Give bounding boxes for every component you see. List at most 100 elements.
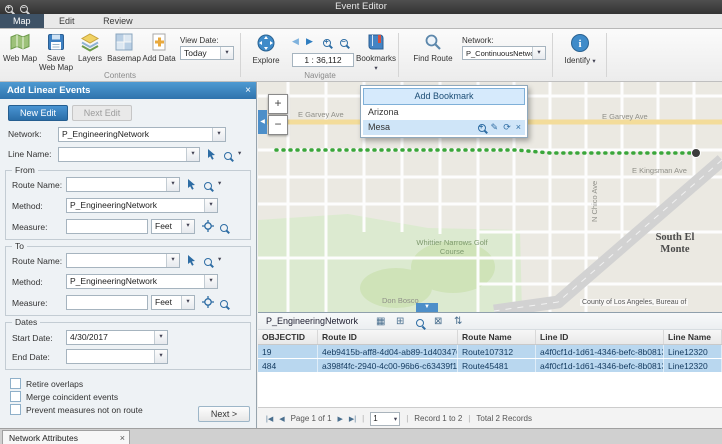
page-size-select[interactable]: 1 ▾ [370,412,400,426]
tab-edit[interactable]: Edit [46,14,88,28]
search-measure-icon[interactable] [220,298,228,308]
switch-table-icon[interactable]: ▦ [376,315,385,328]
new-edit-button[interactable]: New Edit [8,105,68,121]
map-zoom-out-button[interactable]: − [268,115,288,135]
open-table-icon[interactable]: ⊞ [396,315,404,328]
bookmark-edit-icon[interactable]: ✎ [491,120,499,135]
group-label-contents: Contents [60,71,180,80]
column-header[interactable]: Line Name [664,330,722,344]
network-select[interactable]: P_EngineeringNetwork ▾ [58,127,226,142]
search-route-icon[interactable] [204,180,212,190]
start-date-input[interactable]: 4/30/2017 ▾ [66,330,168,345]
column-header[interactable]: OBJECTID [258,330,318,344]
add-bookmark-button[interactable]: Add Bookmark [363,88,525,105]
to-measure-input[interactable] [66,295,148,310]
next-page-icon[interactable]: ▶ [338,415,343,423]
from-method-select[interactable]: P_EngineeringNetwork ▾ [66,198,218,213]
measure-label: Measure: [12,297,47,310]
select-line-on-map-icon[interactable] [206,148,217,162]
line-name-select[interactable]: ▾ [58,147,200,162]
end-date-input[interactable]: ▾ [66,349,168,364]
chevron-down-icon[interactable]: ▾ [181,220,194,233]
checkbox-icon[interactable] [10,391,21,402]
identify-button[interactable]: i Identify ▾ [558,32,602,66]
checkbox-icon[interactable] [10,404,21,415]
from-measure-unit-select[interactable]: Feet ▾ [151,219,195,234]
select-route-on-map-icon[interactable] [186,178,197,192]
previous-extent-icon[interactable]: ◀ [292,36,299,47]
search-route-icon[interactable] [204,256,212,266]
pick-measure-on-map-icon[interactable] [202,220,214,234]
pick-measure-on-map-icon[interactable] [202,296,214,310]
merge-coincident-events-checkbox[interactable]: Merge coincident events [10,391,118,402]
checkbox-icon[interactable] [10,378,21,389]
clear-selection-icon[interactable]: ⊠ [434,315,442,328]
table-row[interactable]: 484 a398f4fc-2940-4c00-96b6-c63439f1711 … [258,359,722,373]
web-map-button[interactable]: Web Map [2,32,38,63]
left-panel-collapse-button[interactable]: ◀ [258,110,267,134]
first-page-icon[interactable]: |◀ [266,415,273,423]
bookmark-zoom-to-icon[interactable] [478,120,486,135]
chevron-down-icon[interactable]: ▾ [186,148,199,161]
chevron-down-icon[interactable]: ▾ [166,178,179,191]
table-pagination: |◀ ◀ Page 1 of 1 ▶ ▶| | 1 ▾ | Record 1 t… [258,407,722,429]
chevron-down-icon[interactable]: ▾ [212,128,225,141]
view-date-select[interactable]: Today ▾ [180,46,234,60]
tab-map[interactable]: Map [0,14,44,28]
chevron-down-icon[interactable]: ▾ [166,254,179,267]
tab-network-attributes[interactable]: Network Attributes × [2,430,130,444]
next-extent-icon[interactable]: ▶ [306,36,313,47]
table-row[interactable]: 19 4eb9415b-aff8-4d04-ab89-1d40347682b2 … [258,345,722,359]
chevron-down-icon[interactable]: ▾ [220,47,233,59]
network-select[interactable]: P_ContinuousNetwork ▾ [462,46,546,60]
tab-review[interactable]: Review [90,14,146,28]
to-route-name-select[interactable]: ▾ [66,253,180,268]
bookmark-item-arizona[interactable]: Arizona [363,105,525,120]
previous-page-icon[interactable]: ◀ [279,415,284,423]
chevron-down-icon[interactable]: ▾ [204,275,217,288]
tab-close-icon[interactable]: × [120,431,125,444]
scale-input[interactable]: 1 : 36,112 [292,53,354,67]
chevron-down-icon[interactable]: ▾ [218,179,221,187]
chevron-down-icon[interactable]: ▾ [532,47,545,59]
column-header[interactable]: Route ID [318,330,458,344]
bookmarks-button[interactable]: Bookmarks ▾ [356,32,396,73]
panel-header: Add Linear Events × [0,82,256,99]
bookmark-refresh-icon[interactable]: ⟳ [503,120,511,135]
retire-overlaps-checkbox[interactable]: Retire overlaps [10,378,83,389]
layers-button[interactable]: Layers [74,32,106,63]
sort-icon[interactable]: ⇅ [454,315,462,328]
select-route-on-map-icon[interactable] [186,254,197,268]
chevron-down-icon[interactable]: ▾ [154,331,167,344]
panel-close-icon[interactable]: × [245,82,251,99]
search-line-icon[interactable] [224,150,232,160]
add-data-button[interactable]: Add Data [142,32,176,63]
bookmark-item-mesa[interactable]: Mesa ✎ ⟳ × [363,120,525,135]
to-method-select[interactable]: P_EngineeringNetwork ▾ [66,274,218,289]
zoom-out-tool-icon[interactable] [340,37,348,47]
last-page-icon[interactable]: ▶| [349,415,356,423]
chevron-down-icon[interactable]: ▾ [181,296,194,309]
map-zoom-in-button[interactable]: + [268,94,288,114]
explore-button[interactable]: Explore [246,32,286,65]
table-panel-collapse-button[interactable]: ▼ [416,303,438,312]
save-web-map-button[interactable]: Save Web Map [38,32,74,72]
column-header[interactable]: Route Name [458,330,536,344]
prevent-measures-checkbox[interactable]: Prevent measures not on route [10,404,143,415]
chevron-down-icon[interactable]: ▾ [218,255,221,263]
chevron-down-icon[interactable]: ▾ [204,199,217,212]
column-header[interactable]: Line ID [536,330,664,344]
zoom-in-tool-icon[interactable] [323,37,331,47]
chevron-down-icon[interactable]: ▾ [154,350,167,363]
bookmark-delete-icon[interactable]: × [516,120,521,135]
zoom-to-selection-icon[interactable] [416,317,424,330]
basemap-button[interactable]: Basemap [106,32,142,63]
from-route-name-select[interactable]: ▾ [66,177,180,192]
to-measure-unit-select[interactable]: Feet ▾ [151,295,195,310]
chevron-down-icon[interactable]: ▾ [238,149,241,157]
from-measure-input[interactable] [66,219,148,234]
search-measure-icon[interactable] [220,222,228,232]
find-route-button[interactable]: Find Route [410,32,456,63]
network-label: Network: [8,128,42,141]
next-button[interactable]: Next > [198,406,250,422]
